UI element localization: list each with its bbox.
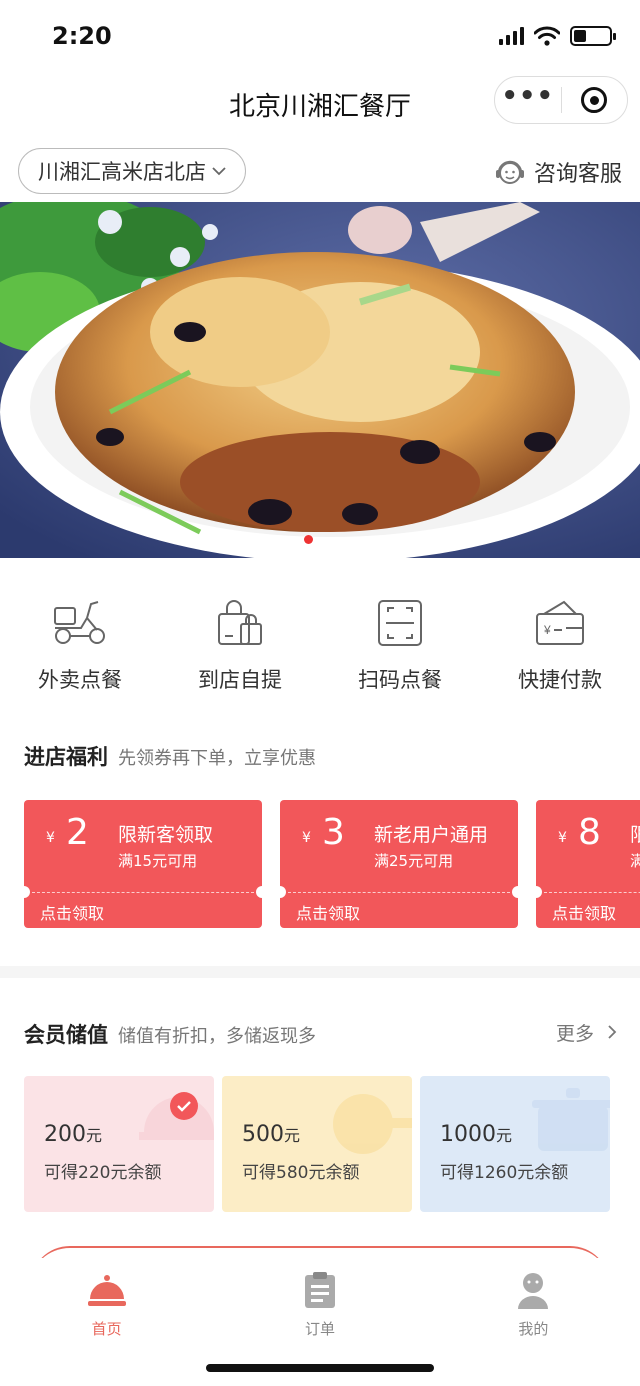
tab-label: 首页	[91, 1320, 122, 1338]
tab-label: 订单	[304, 1320, 335, 1338]
welfare-subtitle: 先领券再下单，立享优惠	[118, 748, 316, 769]
miniapp-capsule: •••	[494, 76, 628, 124]
recharge-card-200[interactable]: 200元 可得220元余额	[24, 1076, 214, 1212]
coupon-card[interactable]: ¥ 2 限新客领取 满15元可用 点击领取	[24, 800, 268, 928]
coupon-card[interactable]: ¥ 8 限 满 点击领取	[530, 800, 640, 928]
store-selector[interactable]: 川湘汇高米店北店	[18, 148, 246, 194]
coupon-currency: ¥	[302, 830, 311, 846]
shopping-bag-icon	[210, 596, 270, 650]
action-quick-pay[interactable]: ¥ 快捷付款	[480, 596, 640, 694]
coupon-divider	[288, 892, 510, 893]
welfare-title: 进店福利	[24, 745, 108, 769]
coupon-title: 限	[630, 824, 640, 846]
coupon-card[interactable]: ¥ 3 新老用户通用 满25元可用 点击领取	[274, 800, 524, 928]
claim-coupon-button[interactable]: 点击领取	[552, 900, 616, 924]
banner-dish-image	[0, 202, 640, 558]
quick-actions: 外卖点餐 到店自提 扫码点餐 ¥ 快捷付款	[0, 596, 640, 694]
signal-icon	[499, 27, 524, 45]
scooter-icon	[50, 596, 110, 650]
coupon-divider	[32, 892, 254, 893]
coupon-amount: 2	[66, 812, 89, 853]
status-icons	[499, 26, 616, 46]
pan-watermark-icon	[333, 1094, 412, 1154]
coupon-title: 限新客领取	[118, 824, 214, 846]
banner-carousel[interactable]	[0, 202, 640, 558]
action-scan-order[interactable]: 扫码点餐	[320, 596, 480, 694]
home-indicator	[206, 1364, 434, 1372]
recharge-amount: 500元	[242, 1122, 301, 1147]
coupon-notch	[274, 886, 286, 898]
cloche-icon	[85, 1268, 129, 1312]
svg-text:¥: ¥	[543, 623, 551, 637]
customer-service-icon	[495, 160, 524, 184]
tab-label: 我的	[518, 1320, 549, 1338]
recharge-card-1000[interactable]: 1000元 可得1260元余额	[420, 1076, 610, 1212]
claim-coupon-button[interactable]: 点击领取	[296, 900, 360, 924]
action-label: 快捷付款	[518, 668, 602, 692]
recharge-card-500[interactable]: 500元 可得580元余额	[222, 1076, 412, 1212]
membership-subtitle: 储值有折扣，多储返现多	[118, 1026, 316, 1047]
coupon-condition: 满	[630, 852, 640, 870]
coupon-amount: 3	[322, 812, 345, 853]
more-link[interactable]: 更多	[556, 1019, 618, 1046]
coupon-currency: ¥	[558, 830, 567, 846]
more-options-button[interactable]: •••	[495, 83, 561, 114]
action-label: 到店自提	[198, 668, 282, 692]
status-time: 2:20	[52, 22, 112, 50]
store-name: 川湘汇高米店北店	[38, 160, 206, 184]
more-label: 更多	[555, 1023, 594, 1045]
coupon-notch	[512, 886, 524, 898]
recharge-cards: 200元 可得220元余额 500元 可得580元余额 1000元 可得1260…	[24, 1076, 610, 1212]
recharge-bonus: 可得580元余额	[242, 1163, 360, 1183]
user-icon	[511, 1268, 555, 1312]
coupon-list: ¥ 2 限新客领取 满15元可用 点击领取 ¥ 3 新老用户通用 满25元可用 …	[24, 800, 640, 928]
coupon-notch	[24, 886, 30, 898]
action-label: 外卖点餐	[38, 668, 122, 692]
chevron-down-icon	[212, 164, 226, 180]
claim-coupon-button[interactable]: 点击领取	[40, 900, 104, 924]
consult-label: 咨询客服	[533, 162, 622, 187]
wifi-icon	[534, 26, 560, 46]
membership-title: 会员储值	[24, 1023, 108, 1047]
carousel-indicator	[304, 535, 313, 544]
scan-icon	[370, 596, 430, 650]
coupon-condition: 满15元可用	[118, 852, 198, 870]
coupon-divider	[544, 892, 640, 893]
target-icon	[581, 87, 608, 113]
action-label: 扫码点餐	[358, 668, 442, 692]
customer-service-button[interactable]: 咨询客服	[494, 156, 622, 188]
action-delivery[interactable]: 外卖点餐	[0, 596, 160, 694]
tab-home[interactable]: 首页	[0, 1258, 213, 1386]
battery-level	[574, 30, 586, 42]
wallet-icon: ¥	[530, 596, 590, 650]
coupon-notch	[256, 886, 268, 898]
order-list-icon	[298, 1268, 342, 1312]
tab-profile[interactable]: 我的	[427, 1258, 640, 1386]
status-bar: 2:20	[0, 0, 640, 78]
welfare-header: 进店福利 先领券再下单，立享优惠	[24, 741, 316, 771]
pot-watermark-icon	[532, 1088, 610, 1151]
coupon-notch	[530, 886, 542, 898]
coupon-title: 新老用户通用	[374, 824, 489, 846]
coupon-currency: ¥	[46, 830, 55, 846]
action-pickup[interactable]: 到店自提	[160, 596, 320, 694]
coupon-amount: 8	[578, 812, 601, 853]
cloche-watermark-icon	[139, 1097, 214, 1140]
membership-header: 会员储值 储值有折扣，多储返现多	[24, 1019, 316, 1049]
chevron-right-icon	[608, 1025, 617, 1039]
coupon-condition: 满25元可用	[374, 852, 454, 870]
close-miniapp-button[interactable]	[562, 87, 628, 113]
recharge-bonus: 可得1260元余额	[440, 1163, 569, 1183]
battery-icon	[570, 26, 616, 46]
check-icon	[170, 1092, 198, 1120]
section-divider	[0, 966, 640, 978]
recharge-amount: 200元	[44, 1122, 103, 1147]
recharge-bonus: 可得220元余额	[44, 1163, 162, 1183]
recharge-amount: 1000元	[440, 1122, 513, 1147]
